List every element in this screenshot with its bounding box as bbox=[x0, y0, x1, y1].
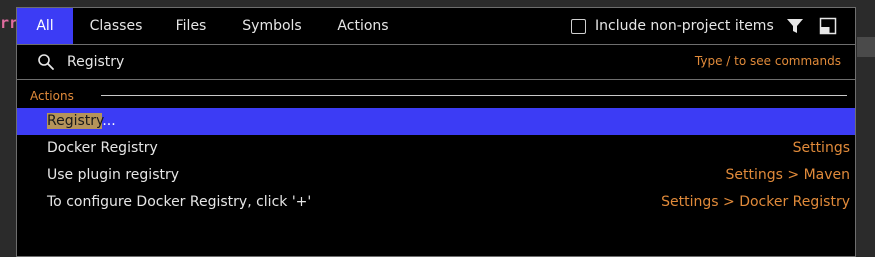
result-match-highlight: Registry bbox=[47, 113, 103, 129]
result-label: Registry... bbox=[47, 108, 116, 135]
tab-files[interactable]: Files bbox=[165, 8, 217, 44]
result-label: Use plugin registry bbox=[47, 167, 180, 183]
search-input[interactable] bbox=[67, 49, 667, 75]
search-bar: Type / to see commands bbox=[17, 45, 855, 80]
result-row-use-plugin-registry[interactable]: Use plugin registry Settings > Maven bbox=[17, 162, 855, 189]
search-everywhere-popup: All Classes Files Symbols Actions Includ… bbox=[16, 7, 856, 257]
search-hint: Type / to see commands bbox=[694, 54, 841, 68]
editor-scrollbar-strip bbox=[857, 37, 875, 57]
result-location: Settings > Docker Registry bbox=[661, 194, 850, 210]
tab-classes[interactable]: Classes bbox=[79, 8, 153, 44]
result-label-rest: ... bbox=[102, 113, 116, 129]
result-row-docker-registry[interactable]: Docker Registry Settings bbox=[17, 135, 855, 162]
tab-symbols[interactable]: Symbols bbox=[232, 8, 312, 44]
result-row-configure-docker-registry[interactable]: To configure Docker Registry, click '+' … bbox=[17, 189, 855, 216]
tab-all[interactable]: All bbox=[17, 8, 73, 44]
result-label: Docker Registry bbox=[47, 140, 158, 156]
section-title: Actions bbox=[30, 89, 74, 103]
layout-icon[interactable] bbox=[819, 17, 837, 35]
result-label: To configure Docker Registry, click '+' bbox=[47, 194, 312, 210]
section-header-actions: Actions bbox=[17, 88, 855, 106]
result-row-registry[interactable]: Registry... bbox=[17, 108, 855, 135]
include-non-project-label: Include non-project items bbox=[595, 18, 774, 34]
tab-actions[interactable]: Actions bbox=[325, 8, 401, 44]
results-list: Registry... Docker Registry Settings Use… bbox=[17, 108, 855, 216]
result-location: Settings > Maven bbox=[725, 167, 850, 183]
result-location: Settings bbox=[792, 140, 850, 156]
tab-bar: All Classes Files Symbols Actions Includ… bbox=[17, 8, 855, 45]
search-icon bbox=[37, 53, 55, 71]
filter-icon[interactable] bbox=[786, 17, 804, 35]
include-non-project-checkbox[interactable] bbox=[571, 18, 586, 34]
section-divider bbox=[101, 95, 847, 96]
include-non-project-toggle[interactable]: Include non-project items bbox=[571, 8, 774, 44]
